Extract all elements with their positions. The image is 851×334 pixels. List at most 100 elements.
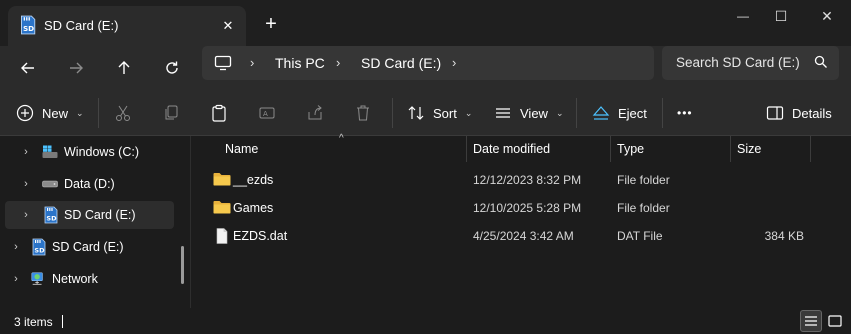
column-header-date[interactable]: Date modified [473, 136, 550, 162]
copy-button[interactable] [162, 100, 180, 126]
trash-icon [357, 105, 369, 121]
nav-item-label: Windows (C:) [64, 145, 140, 159]
column-divider[interactable] [810, 136, 811, 162]
nav-item-network[interactable]: › Network [10, 265, 180, 293]
sd-card-icon [42, 207, 58, 223]
eject-button[interactable]: Eject [592, 100, 647, 126]
file-size: 384 KB [764, 229, 804, 243]
file-row-ezds-folder[interactable]: __ezds 12/12/2023 8:32 PM File folder [207, 166, 827, 194]
chevron-right-icon: › [336, 55, 341, 70]
new-button[interactable]: New ⌄ [16, 100, 84, 126]
sort-button[interactable]: Sort ⌄ [407, 100, 472, 126]
details-pane-icon [766, 106, 784, 120]
nav-item-label: SD Card (E:) [64, 208, 136, 222]
svg-text:A: A [263, 110, 268, 118]
column-divider[interactable] [730, 136, 731, 162]
search-icon [814, 55, 827, 68]
chevron-right-icon: › [250, 55, 255, 70]
chevron-down-icon: ⌄ [76, 107, 84, 118]
network-icon [30, 271, 46, 287]
details-pane-button[interactable]: Details [766, 100, 832, 126]
breadcrumb-sd-card[interactable]: SD Card (E:) [361, 55, 441, 71]
more-icon: ••• [677, 106, 693, 120]
file-row-ezds-dat[interactable]: EZDS.dat 4/25/2024 3:42 AM DAT File 384 … [207, 222, 827, 250]
chevron-right-icon[interactable]: › [20, 146, 32, 158]
chevron-right-icon[interactable]: › [20, 178, 32, 190]
text-caret [62, 315, 63, 328]
close-window-button[interactable]: ✕ [812, 6, 842, 26]
refresh-button[interactable] [158, 54, 186, 82]
divider [662, 98, 663, 128]
view-list-icon [496, 108, 510, 118]
paste-button[interactable] [210, 100, 228, 126]
chevron-right-icon[interactable]: › [10, 241, 22, 253]
refresh-icon [166, 61, 178, 74]
chevron-right-icon[interactable]: › [452, 55, 456, 70]
column-header-name[interactable]: Name [225, 136, 258, 162]
address-row: › This PC › SD Card (E:) › Search SD Car… [0, 46, 851, 90]
share-icon [308, 105, 322, 120]
view-label: View [520, 105, 548, 121]
navigation-pane: › Windows (C:) › Data (D:) › SD Card (E:… [0, 136, 190, 308]
tiles-view-button[interactable] [824, 310, 846, 332]
sort-label: Sort [433, 105, 457, 121]
file-date: 4/25/2024 3:42 AM [473, 229, 574, 243]
details-label: Details [792, 105, 832, 121]
nav-item-label: Network [52, 272, 98, 286]
chevron-down-icon: ⌄ [555, 107, 564, 118]
tab-title: SD Card (E:) [44, 18, 119, 33]
scissors-icon [116, 105, 130, 121]
nav-item-sd-card[interactable]: › SD Card (E:) [10, 233, 180, 261]
file-type: File folder [617, 173, 670, 187]
arrow-right-icon [70, 62, 83, 74]
folder-icon [213, 200, 231, 214]
nav-item-windows-c[interactable]: › Windows (C:) [20, 138, 180, 166]
file-name: EZDS.dat [233, 229, 288, 243]
divider [98, 98, 99, 128]
sort-icon [408, 106, 424, 120]
arrow-left-icon [21, 62, 34, 74]
sd-card-icon [18, 15, 36, 35]
new-tab-button[interactable]: + [258, 12, 284, 38]
tab-sd-card[interactable]: SD Card (E:) ✕ [8, 6, 246, 46]
delete-button[interactable] [354, 100, 372, 126]
details-view-icon [805, 316, 817, 326]
maximize-button[interactable]: ☐ [766, 6, 796, 26]
rename-icon: A [259, 107, 275, 119]
up-button[interactable] [110, 54, 138, 82]
rename-button[interactable]: A [258, 100, 276, 126]
nav-item-sd-card-selected[interactable]: › SD Card (E:) [5, 201, 174, 229]
file-name: Games [233, 201, 274, 215]
drive-icon [42, 176, 58, 192]
share-button[interactable] [306, 100, 324, 126]
file-type: File folder [617, 201, 670, 215]
tab-close-icon[interactable]: ✕ [218, 16, 238, 36]
divider [576, 98, 577, 128]
file-row-games-folder[interactable]: Games 12/10/2025 5:28 PM File folder [207, 194, 827, 222]
more-options-button[interactable]: ••• [677, 100, 693, 126]
breadcrumb-this-pc[interactable]: This PC [275, 55, 325, 71]
view-button[interactable]: View ⌄ [494, 100, 564, 126]
nav-item-data-d[interactable]: › Data (D:) [20, 170, 180, 198]
address-bar[interactable]: › This PC › SD Card (E:) › [202, 46, 654, 80]
eject-icon [592, 106, 610, 120]
file-list: ^ Name Date modified Type Size __ezds 12… [191, 133, 851, 308]
details-view-button[interactable] [800, 310, 822, 332]
chevron-right-icon[interactable]: › [20, 209, 32, 221]
forward-button[interactable] [62, 54, 90, 82]
back-button[interactable] [14, 54, 42, 82]
title-bar: SD Card (E:) ✕ + — ☐ ✕ [0, 0, 851, 46]
status-bar: 3 items [0, 308, 851, 334]
column-divider[interactable] [466, 136, 467, 162]
column-header-size[interactable]: Size [737, 136, 761, 162]
search-input[interactable]: Search SD Card (E:) [662, 46, 839, 80]
arrow-up-icon [118, 61, 130, 74]
large-icons-view-icon [828, 315, 842, 327]
column-divider[interactable] [610, 136, 611, 162]
cut-button[interactable] [114, 100, 132, 126]
column-header-type[interactable]: Type [617, 136, 644, 162]
minimize-button[interactable]: — [728, 6, 758, 26]
chevron-right-icon[interactable]: › [10, 273, 22, 285]
eject-label: Eject [618, 105, 647, 121]
nav-scrollbar[interactable] [181, 246, 184, 284]
